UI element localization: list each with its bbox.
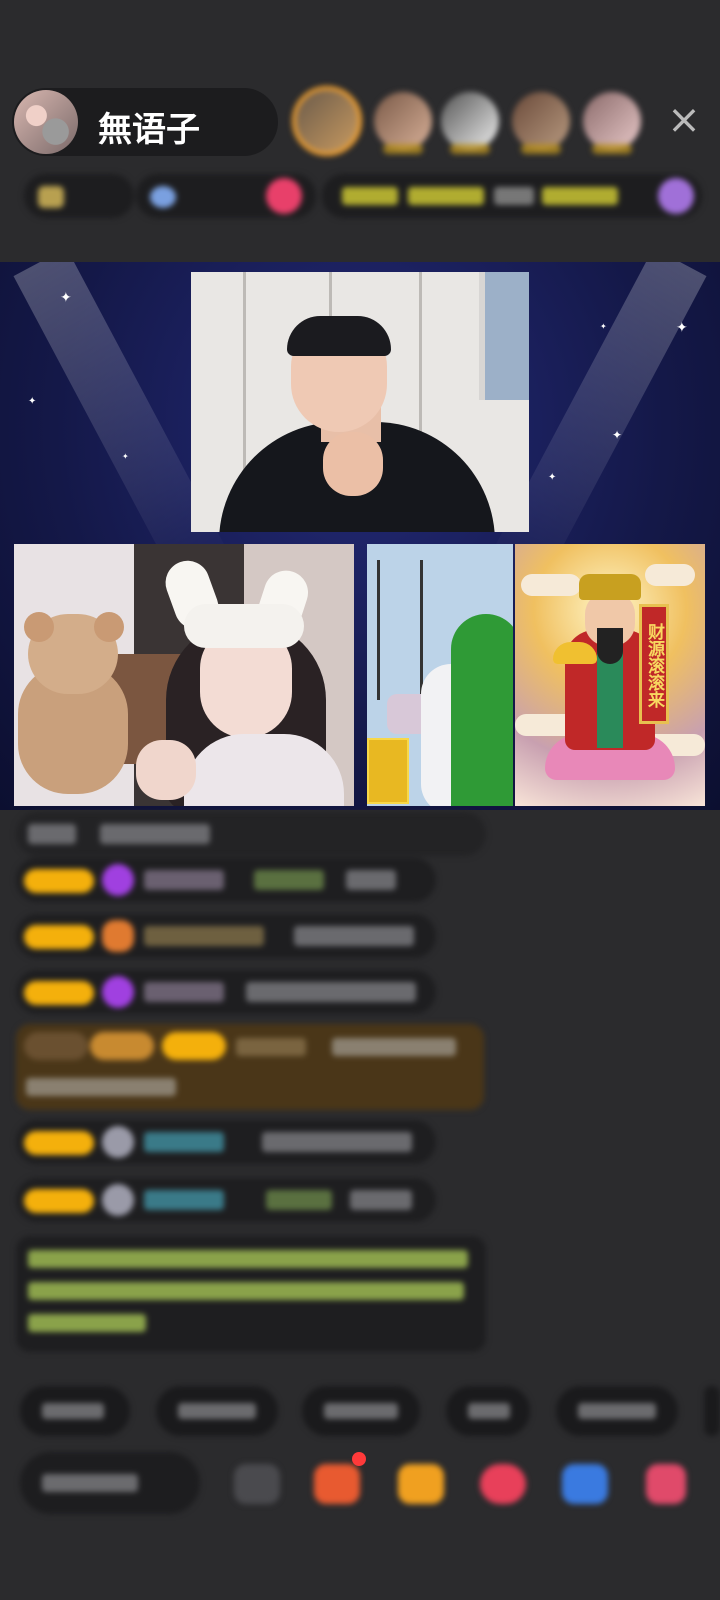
live-stage: ✦ ✦ ✦ ✦ ✦ ✦ ✦ 财源滚滚来 bbox=[0, 262, 720, 810]
host-info-pill[interactable]: 無语子 bbox=[12, 88, 278, 156]
host-name: 無语子 bbox=[98, 110, 200, 150]
treasure-icon[interactable] bbox=[398, 1464, 444, 1504]
emoji-icon[interactable] bbox=[234, 1464, 280, 1504]
fortune-scroll: 财源滚滚来 bbox=[639, 604, 669, 724]
top-viewer-avatar-3[interactable] bbox=[441, 92, 499, 154]
chat-message bbox=[16, 812, 486, 856]
mini-deity-card bbox=[367, 738, 409, 804]
room-notice bbox=[16, 1236, 486, 1352]
red-packet-icon[interactable] bbox=[480, 1464, 526, 1504]
gift-icon[interactable] bbox=[266, 178, 302, 214]
chat-message bbox=[16, 970, 436, 1014]
chat-message bbox=[16, 1120, 436, 1164]
quick-reply-chip[interactable] bbox=[156, 1386, 278, 1436]
quick-reply-chip[interactable] bbox=[446, 1386, 530, 1436]
bottom-toolbar bbox=[0, 1452, 720, 1518]
room-stat-chip[interactable] bbox=[24, 174, 134, 218]
game-icon[interactable] bbox=[562, 1464, 608, 1504]
host-avatar[interactable] bbox=[14, 90, 78, 154]
guest-video-left[interactable] bbox=[14, 544, 354, 806]
guest-video-main[interactable] bbox=[191, 272, 529, 532]
quick-reply-chip[interactable] bbox=[302, 1386, 420, 1436]
chat-message bbox=[16, 1178, 436, 1222]
deity-image-tile[interactable]: 财源滚滚来 bbox=[515, 544, 705, 806]
rank-banner[interactable] bbox=[322, 174, 702, 218]
gift-box-icon[interactable] bbox=[314, 1464, 360, 1504]
rank-gift-icon bbox=[658, 178, 694, 214]
quick-reply-chip[interactable] bbox=[556, 1386, 678, 1436]
close-icon[interactable]: × bbox=[664, 100, 704, 140]
scroll-text: 财源滚滚来 bbox=[644, 622, 664, 708]
quick-reply-chip[interactable] bbox=[20, 1386, 130, 1436]
notification-dot bbox=[352, 1452, 366, 1466]
quick-reply-row bbox=[0, 1386, 720, 1436]
more-icon[interactable] bbox=[646, 1464, 686, 1504]
top-viewer-avatar-1[interactable] bbox=[292, 86, 362, 156]
system-message bbox=[16, 1024, 484, 1110]
top-viewer-avatar-2[interactable] bbox=[374, 92, 432, 154]
chat-message bbox=[16, 914, 436, 958]
room-info-row bbox=[24, 174, 704, 218]
quick-reply-chip[interactable] bbox=[704, 1386, 720, 1436]
guest-video-middle[interactable] bbox=[367, 544, 513, 806]
chat-message bbox=[16, 858, 436, 902]
top-viewer-avatar-5[interactable] bbox=[583, 92, 641, 154]
chat-input[interactable] bbox=[20, 1452, 200, 1514]
top-viewer-avatar-4[interactable] bbox=[512, 92, 570, 154]
